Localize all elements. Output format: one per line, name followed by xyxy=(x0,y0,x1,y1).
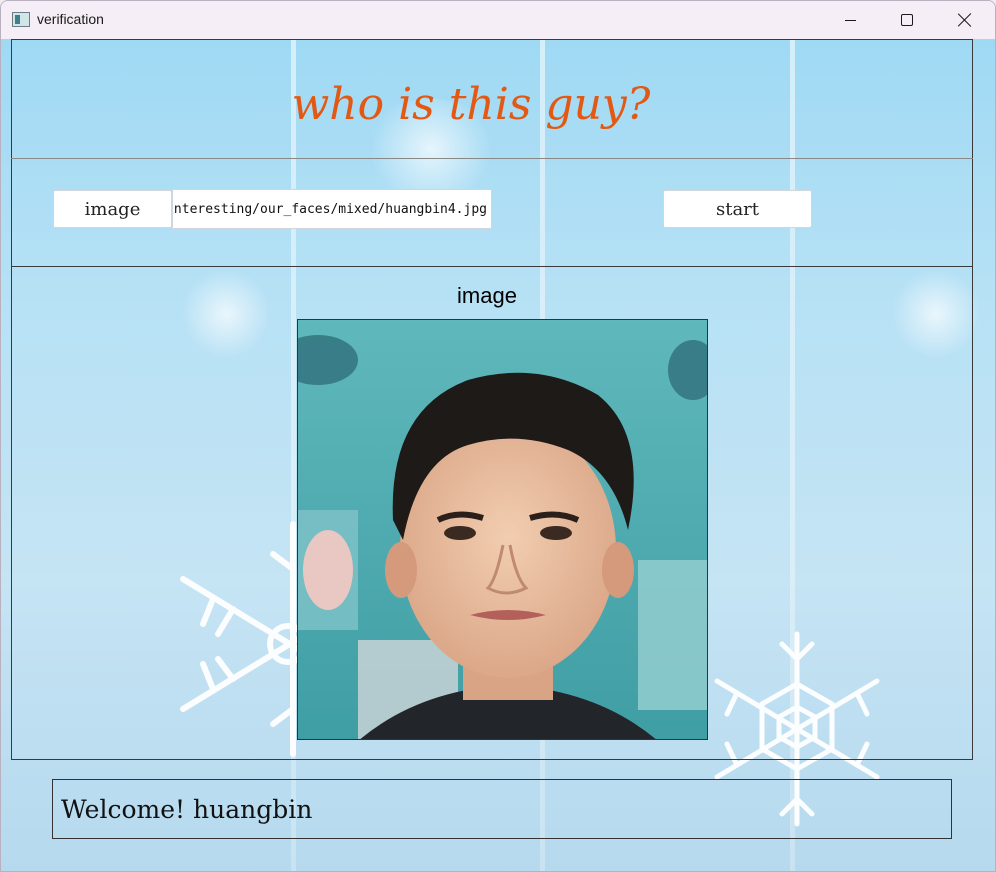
status-message: Welcome! huangbin xyxy=(52,779,952,839)
minimize-button[interactable] xyxy=(821,1,879,39)
maximize-icon xyxy=(901,14,913,26)
image-path-field[interactable]: interesting/our_faces/mixed/huangbin4.jp… xyxy=(172,189,492,229)
maximize-button[interactable] xyxy=(878,1,936,39)
start-button[interactable]: start xyxy=(663,190,812,228)
close-icon xyxy=(958,13,972,27)
image-caption: image xyxy=(457,283,517,308)
face-photo xyxy=(297,319,708,740)
image-path-value: interesting/our_faces/mixed/huangbin4.jp… xyxy=(172,201,487,217)
app-window-icon xyxy=(12,12,30,27)
close-button[interactable] xyxy=(936,1,994,39)
minimize-icon xyxy=(844,19,856,21)
title-bar: verification xyxy=(1,1,995,39)
app-window: verification who is this guy? image inte… xyxy=(0,0,996,872)
select-image-button[interactable]: image xyxy=(53,190,172,228)
page-heading: who is this guy? xyxy=(291,79,651,130)
window-title: verification xyxy=(37,11,104,27)
client-area: who is this guy? image interesting/our_f… xyxy=(1,39,995,871)
face-photo-image xyxy=(298,320,707,739)
divider xyxy=(11,158,973,159)
